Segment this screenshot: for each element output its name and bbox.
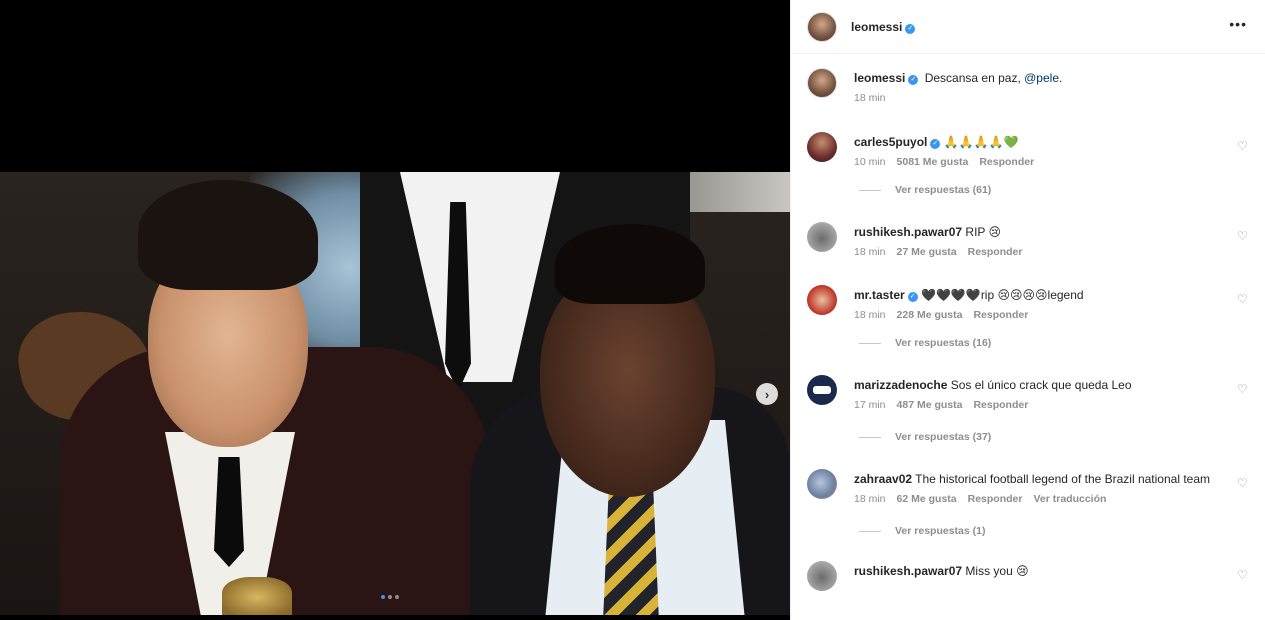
view-replies-button[interactable]: Ver respuestas (1) <box>859 525 1249 537</box>
caption-text-after: . <box>1059 71 1063 85</box>
comment-text: RIP 😢 <box>965 225 1002 239</box>
likes-count[interactable]: 62 Me gusta <box>897 493 957 505</box>
view-replies-text[interactable]: Ver respuestas (16) <box>895 337 991 349</box>
avatar[interactable] <box>807 375 837 405</box>
verified-badge-icon: ✓ <box>905 23 916 34</box>
comment-text: The historical football legend of the Br… <box>915 472 1211 486</box>
comment-list: leomessi ✓ Descansa en paz, @pele. 18 min… <box>791 54 1265 591</box>
carousel-indicator <box>381 595 399 599</box>
caption-username[interactable]: leomessi <box>854 71 905 85</box>
avatar[interactable] <box>807 132 837 162</box>
comments-panel: leomessi ✓ ••• leomessi ✓ Descansa en paz,… <box>790 0 1265 620</box>
avatar[interactable] <box>807 68 837 98</box>
comment-time: 17 min <box>854 399 886 411</box>
view-replies-button[interactable]: Ver respuestas (16) <box>859 337 1249 349</box>
chevron-right-icon: › <box>764 386 770 402</box>
avatar[interactable] <box>807 561 837 591</box>
post-photo[interactable] <box>0 172 790 615</box>
comment-username[interactable]: carles5puyol <box>854 135 927 149</box>
carousel-dot <box>388 595 392 599</box>
carousel-dot <box>381 595 385 599</box>
comment-text: 🖤🖤🖤🖤rip 😢😢😢😢legend <box>921 288 1084 302</box>
carousel-dot <box>395 595 399 599</box>
likes-count[interactable]: 487 Me gusta <box>897 399 963 411</box>
comment-text: Miss you 😢 <box>965 564 1029 578</box>
view-replies-text[interactable]: Ver respuestas (1) <box>895 525 985 537</box>
reply-button[interactable]: Responder <box>968 493 1023 505</box>
likes-count[interactable]: 228 Me gusta <box>897 309 963 321</box>
verified-badge-icon: ✓ <box>908 75 919 85</box>
avatar[interactable] <box>807 11 837 42</box>
post-header: leomessi ✓ ••• <box>791 0 1265 54</box>
heart-icon[interactable]: ♡ <box>1237 293 1249 305</box>
likes-count[interactable]: 5081 Me gusta <box>897 156 969 168</box>
comment-username[interactable]: rushikesh.pawar07 <box>854 225 962 239</box>
comment-time: 10 min <box>854 156 886 168</box>
comment-time: 18 min <box>854 309 886 321</box>
comment-time: 18 min <box>854 246 886 258</box>
reply-button[interactable]: Responder <box>973 399 1028 411</box>
next-image-button[interactable]: › <box>756 383 778 405</box>
comment-item: rushikesh.pawar07 Miss you 😢 ♡ <box>807 561 1249 591</box>
view-replies-button[interactable]: Ver respuestas (61) <box>859 184 1249 196</box>
header-username-text[interactable]: leomessi <box>851 20 902 34</box>
translate-button[interactable]: Ver traducción <box>1033 493 1106 505</box>
view-replies-button[interactable]: Ver respuestas (37) <box>859 431 1249 443</box>
comment-text: Sos el único crack que queda Leo <box>950 378 1132 392</box>
verified-badge-icon: ✓ <box>930 139 941 149</box>
caption-text: Descansa en paz, <box>924 71 1025 85</box>
heart-icon[interactable]: ♡ <box>1237 140 1249 152</box>
comment-text: 🙏🙏🙏🙏💚 <box>943 135 1019 149</box>
comment-item: marizzadenoche Sos el único crack que qu… <box>807 375 1249 411</box>
verified-badge-icon: ✓ <box>907 292 918 302</box>
instagram-post-view: › leomessi ✓ ••• leomessi ✓ Descansa en pa… <box>0 0 1265 620</box>
heart-icon[interactable]: ♡ <box>1237 383 1249 395</box>
avatar[interactable] <box>807 469 837 499</box>
more-horizontal-icon[interactable]: ••• <box>1229 16 1247 32</box>
view-replies-text[interactable]: Ver respuestas (37) <box>895 431 991 443</box>
header-username[interactable]: leomessi ✓ <box>851 20 916 34</box>
comment-username[interactable]: rushikesh.pawar07 <box>854 564 962 578</box>
heart-icon[interactable]: ♡ <box>1237 569 1249 581</box>
post-media: › <box>0 0 790 620</box>
comment-username[interactable]: mr.taster <box>854 288 905 302</box>
reply-button[interactable]: Responder <box>979 156 1034 168</box>
comment-item: zahraav02 The historical football legend… <box>807 469 1249 505</box>
comment-item: carles5puyol ✓ 🙏🙏🙏🙏💚 10 min 5081 Me gusta R… <box>807 132 1249 168</box>
avatar[interactable] <box>807 285 837 315</box>
comment-time: 18 min <box>854 493 886 505</box>
reply-button[interactable]: Responder <box>968 246 1023 258</box>
comment-item: mr.taster ✓ 🖤🖤🖤🖤rip 😢😢😢😢legend 18 min 228 … <box>807 285 1249 321</box>
caption-mention[interactable]: @pele <box>1024 71 1059 85</box>
comment-username[interactable]: zahraav02 <box>854 472 912 486</box>
avatar[interactable] <box>807 222 837 252</box>
reply-button[interactable]: Responder <box>973 309 1028 321</box>
likes-count[interactable]: 27 Me gusta <box>897 246 957 258</box>
heart-icon[interactable]: ♡ <box>1237 477 1249 489</box>
heart-icon[interactable]: ♡ <box>1237 230 1249 242</box>
comment-item: rushikesh.pawar07 RIP 😢 18 min 27 Me gust… <box>807 222 1249 258</box>
caption: leomessi ✓ Descansa en paz, @pele. 18 min <box>807 68 1249 104</box>
view-replies-text[interactable]: Ver respuestas (61) <box>895 184 991 196</box>
comment-username[interactable]: marizzadenoche <box>854 378 947 392</box>
caption-time: 18 min <box>854 92 886 104</box>
